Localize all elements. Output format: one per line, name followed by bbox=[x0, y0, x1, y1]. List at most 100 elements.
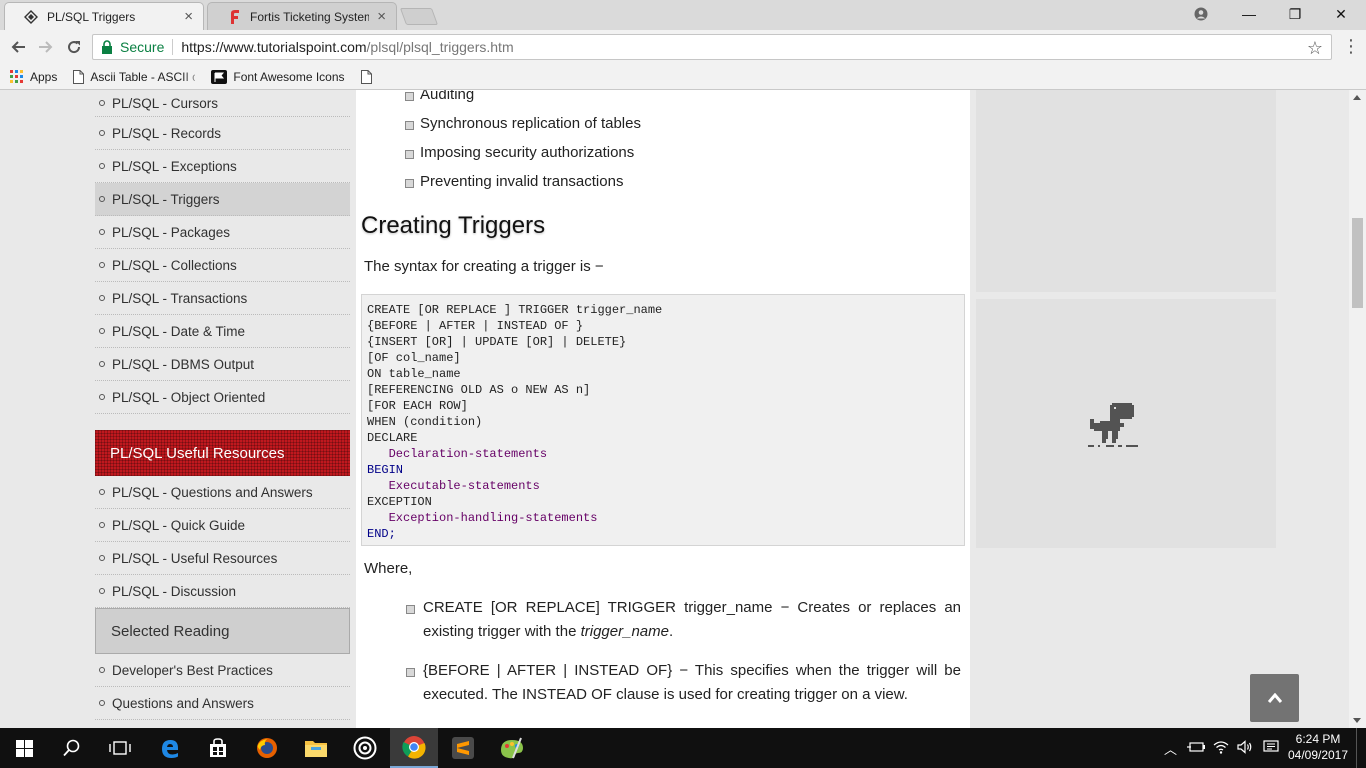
code-line: [OF col_name] bbox=[367, 351, 461, 365]
sidebar-item-quick-guide[interactable]: PL/SQL - Quick Guide bbox=[95, 509, 350, 542]
sidebar-item-collections[interactable]: PL/SQL - Collections bbox=[95, 249, 350, 282]
url-path: /plsql/plsql_triggers.htm bbox=[366, 39, 514, 55]
code-line: DECLARE bbox=[367, 431, 418, 445]
code-line: {BEFORE | AFTER | INSTEAD OF } bbox=[367, 319, 584, 333]
omnibox-divider bbox=[172, 39, 174, 55]
sidebar-item-label: PL/SQL - Triggers bbox=[112, 191, 220, 207]
volume-icon[interactable] bbox=[1237, 739, 1253, 757]
chrome-menu-icon[interactable]: ⋮ bbox=[1342, 35, 1360, 59]
edge-icon[interactable] bbox=[146, 728, 194, 768]
bullet-icon bbox=[99, 700, 105, 706]
bookmark-star-icon[interactable]: ☆ bbox=[1307, 38, 1323, 59]
bookmark-ascii-table[interactable]: Ascii Table - ASCII ch bbox=[73, 69, 195, 84]
clock-time: 6:24 PM bbox=[1295, 732, 1341, 746]
sidebar-item-label: PL/SQL - Discussion bbox=[112, 583, 237, 599]
tab-strip: PL/SQL Triggers × Fortis Ticketing Syste… bbox=[0, 0, 1366, 30]
scroll-thumb[interactable] bbox=[1352, 218, 1363, 308]
bullet-icon bbox=[99, 394, 105, 400]
sidebar-item-transactions[interactable]: PL/SQL - Transactions bbox=[95, 282, 350, 315]
sidebar-item-date-time[interactable]: PL/SQL - Date & Time bbox=[95, 315, 350, 348]
sublime-text-icon[interactable] bbox=[439, 728, 487, 768]
system-tray: ︿ bbox=[1164, 728, 1279, 768]
tab-fortis-ticketing[interactable]: Fortis Ticketing System × bbox=[207, 2, 397, 30]
close-window-button[interactable]: ✕ bbox=[1318, 0, 1364, 28]
profile-icon[interactable] bbox=[1178, 0, 1224, 28]
paint-icon[interactable] bbox=[488, 728, 536, 768]
sidebar-item-reading-questions[interactable]: Questions and Answers bbox=[95, 687, 350, 720]
sidebar-item-label: PL/SQL - Records bbox=[112, 125, 222, 141]
back-to-top-button[interactable] bbox=[1250, 674, 1299, 722]
page-scrollbar[interactable] bbox=[1349, 90, 1366, 728]
address-bar[interactable]: Secure https://www.tutorialspoint.com/pl… bbox=[92, 34, 1332, 60]
tab-title: Fortis Ticketing System bbox=[250, 9, 370, 24]
bullet-icon bbox=[99, 328, 105, 334]
obs-icon[interactable] bbox=[341, 728, 389, 768]
offline-dino-icon bbox=[1088, 403, 1138, 447]
minimize-button[interactable]: — bbox=[1226, 0, 1272, 28]
scroll-down-arrow-icon[interactable] bbox=[1353, 718, 1361, 723]
sidebar-item-cursors[interactable]: PL/SQL - Cursors bbox=[95, 90, 350, 117]
code-line: Declaration-statements bbox=[367, 447, 548, 461]
code-line: BEGIN bbox=[367, 463, 404, 477]
where-label: Where, bbox=[364, 560, 413, 577]
start-icon[interactable] bbox=[0, 728, 48, 768]
sidebar-item-label: PL/SQL - Useful Resources bbox=[112, 550, 278, 566]
scroll-up-arrow-icon[interactable] bbox=[1353, 95, 1361, 100]
sidebar-item-questions-answers[interactable]: PL/SQL - Questions and Answers bbox=[95, 476, 350, 509]
syntax-intro: The syntax for creating a trigger is − bbox=[364, 258, 604, 275]
bullet-icon bbox=[99, 196, 105, 202]
bookmark-font-awesome[interactable]: Font Awesome Icons bbox=[211, 69, 345, 84]
store-icon[interactable] bbox=[194, 728, 242, 768]
tab-close-icon[interactable]: × bbox=[377, 8, 386, 25]
code-line: Executable-statements bbox=[367, 479, 540, 493]
new-tab-button[interactable] bbox=[399, 8, 439, 25]
bullet-icon bbox=[99, 489, 105, 495]
taskbar-clock[interactable]: 6:24 PM 04/09/2017 bbox=[1286, 731, 1350, 763]
use-cases-list: Auditing Synchronous replication of tabl… bbox=[356, 90, 956, 206]
bookmark-apps[interactable]: Apps bbox=[10, 69, 57, 84]
battery-plug-icon[interactable] bbox=[1187, 740, 1206, 756]
list-item: Preventing invalid transactions bbox=[356, 174, 956, 206]
back-arrow-icon[interactable] bbox=[6, 35, 30, 59]
sidebar-item-packages[interactable]: PL/SQL - Packages bbox=[95, 216, 350, 249]
sidebar-item-object-oriented[interactable]: PL/SQL - Object Oriented bbox=[95, 381, 350, 414]
file-explorer-icon[interactable] bbox=[292, 728, 340, 768]
tab-title: PL/SQL Triggers bbox=[47, 9, 136, 24]
forward-arrow-icon[interactable] bbox=[34, 35, 58, 59]
sidebar-item-best-practices[interactable]: Developer's Best Practices bbox=[95, 654, 350, 687]
reload-icon[interactable] bbox=[62, 35, 86, 59]
show-hidden-icons-chevron-icon[interactable]: ︿ bbox=[1164, 739, 1177, 758]
input-indicator-icon[interactable] bbox=[1263, 739, 1279, 757]
bookmark-label: Font Awesome Icons bbox=[233, 69, 345, 84]
sidebar-item-discussion[interactable]: PL/SQL - Discussion bbox=[95, 575, 350, 608]
code-line: EXCEPTION bbox=[367, 495, 432, 509]
wifi-icon[interactable] bbox=[1213, 740, 1229, 757]
tutorialspoint-favicon-icon bbox=[23, 9, 39, 25]
tab-close-icon[interactable]: × bbox=[184, 8, 193, 25]
sidebar-item-useful-resources[interactable]: PL/SQL - Useful Resources bbox=[95, 542, 350, 575]
sidebar-item-exceptions[interactable]: PL/SQL - Exceptions bbox=[95, 150, 350, 183]
search-icon[interactable] bbox=[48, 728, 96, 768]
sidebar-item-records[interactable]: PL/SQL - Records bbox=[95, 117, 350, 150]
bookmark-untitled[interactable] bbox=[360, 69, 378, 84]
ad-panel-top bbox=[976, 90, 1276, 292]
secure-indicator[interactable]: Secure bbox=[101, 39, 164, 55]
chrome-icon[interactable] bbox=[390, 728, 438, 768]
task-view-icon[interactable] bbox=[96, 728, 144, 768]
sidebar-item-triggers[interactable]: PL/SQL - Triggers bbox=[95, 183, 350, 216]
sidebar-item-label: PL/SQL - Date & Time bbox=[112, 323, 246, 339]
tab-plsql-triggers[interactable]: PL/SQL Triggers × bbox=[4, 2, 204, 30]
firefox-icon[interactable] bbox=[243, 728, 291, 768]
code-line: WHEN (condition) bbox=[367, 415, 483, 429]
ad-panel-offline bbox=[976, 299, 1276, 548]
code-line: CREATE [OR REPLACE ] TRIGGER trigger_nam… bbox=[367, 303, 663, 317]
sidebar-item-dbms-output[interactable]: PL/SQL - DBMS Output bbox=[95, 348, 350, 381]
sidebar-item-label: PL/SQL - Questions and Answers bbox=[112, 484, 313, 500]
definition-create-trigger: CREATE [OR REPLACE] TRIGGER trigger_name… bbox=[406, 596, 961, 644]
maximize-button[interactable]: ❐ bbox=[1272, 0, 1318, 28]
bullet-icon bbox=[99, 100, 105, 106]
show-desktop-button[interactable] bbox=[1356, 728, 1366, 768]
article-content: Auditing Synchronous replication of tabl… bbox=[356, 90, 970, 728]
sidebar-item-label: PL/SQL - Quick Guide bbox=[112, 517, 246, 533]
browser-toolbar: Secure https://www.tutorialspoint.com/pl… bbox=[0, 30, 1366, 64]
